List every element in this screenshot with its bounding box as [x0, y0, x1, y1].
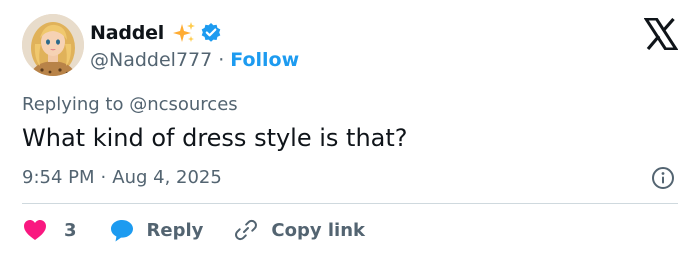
tweet-embed-card: Naddel @Naddel777 · Follow Replying to @…	[0, 0, 700, 256]
reply-label: Reply	[146, 219, 204, 241]
tweet-time: 9:54 PM	[22, 167, 95, 188]
replying-to-text[interactable]: Replying to @ncsources	[22, 94, 238, 115]
copy-link-button[interactable]: Copy link	[233, 217, 365, 243]
like-button[interactable]: 3	[22, 218, 77, 242]
tweet-actions: 3 Reply Copy link	[22, 216, 365, 244]
verified-badge-icon	[200, 22, 222, 44]
divider	[22, 203, 678, 204]
speech-bubble-icon	[109, 217, 135, 243]
handle-separator: ·	[218, 49, 225, 71]
author-name-row: Naddel	[90, 20, 222, 46]
avatar-image	[22, 14, 84, 76]
reply-button[interactable]: Reply	[109, 217, 204, 243]
author-display-name[interactable]: Naddel	[90, 22, 164, 44]
copy-link-label: Copy link	[271, 219, 365, 241]
tweet-body-text: What kind of dress style is that?	[22, 124, 408, 152]
tweet-date: Aug 4, 2025	[112, 167, 222, 188]
x-logo-icon[interactable]	[643, 17, 679, 51]
heart-icon	[22, 218, 48, 242]
sparkles-icon	[172, 21, 196, 45]
like-count: 3	[64, 219, 77, 241]
avatar[interactable]	[22, 14, 84, 76]
timestamp-separator: ·	[100, 167, 107, 188]
follow-button[interactable]: Follow	[230, 49, 299, 71]
info-icon[interactable]	[651, 166, 675, 190]
link-icon	[233, 217, 259, 243]
tweet-timestamp[interactable]: 9:54 PM · Aug 4, 2025	[22, 167, 222, 188]
author-handle-row: @Naddel777 · Follow	[90, 48, 299, 72]
author-handle[interactable]: @Naddel777	[90, 49, 212, 71]
